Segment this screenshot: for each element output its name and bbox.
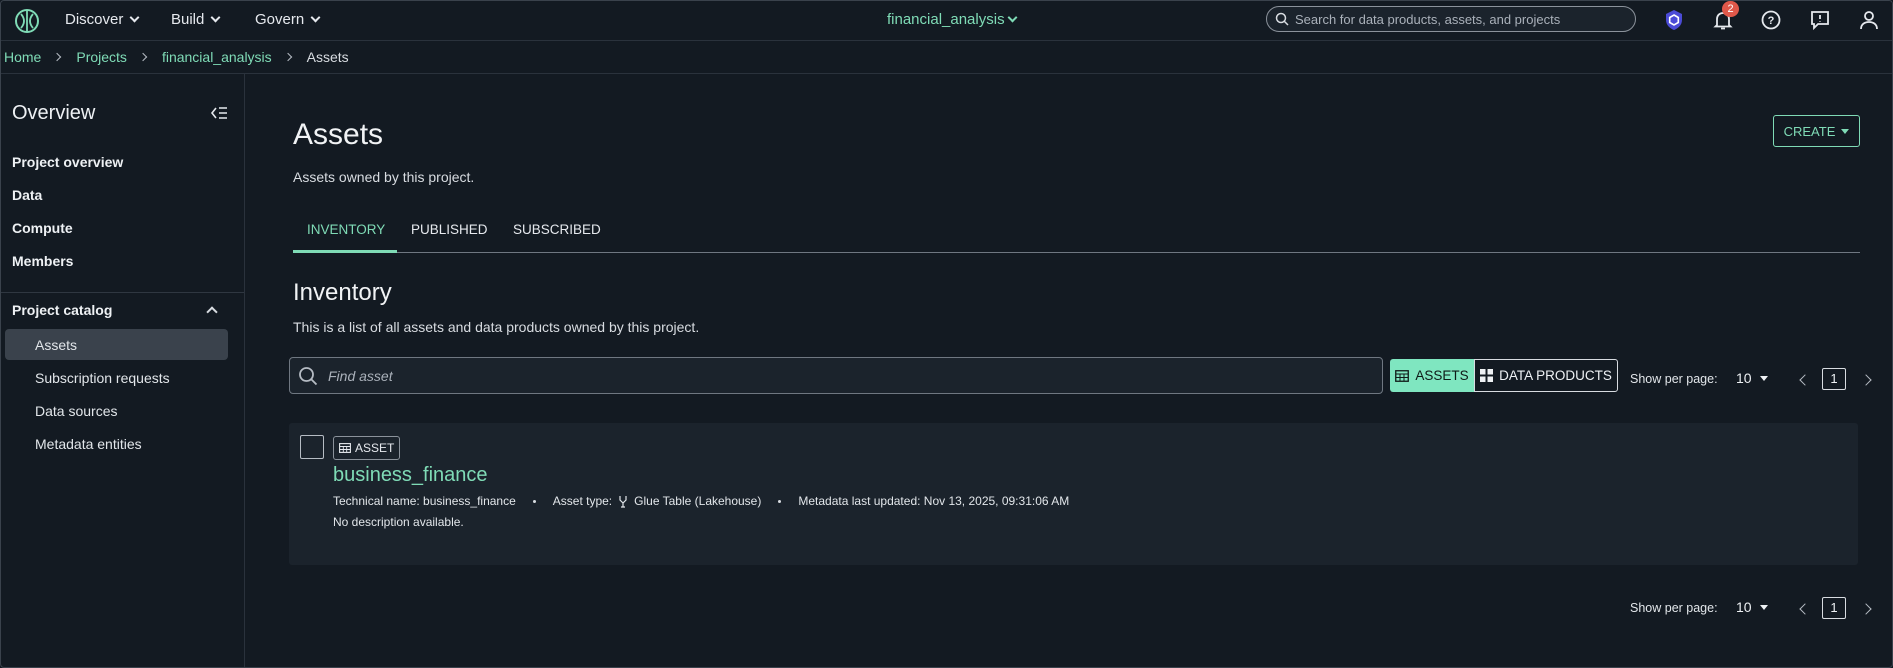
per-page-label-bottom: Show per page: bbox=[1630, 601, 1718, 615]
breadcrumb-project[interactable]: financial_analysis bbox=[162, 49, 272, 65]
tabs: INVENTORY PUBLISHED SUBSCRIBED bbox=[293, 211, 1860, 253]
asset-meta: Technical name: business_finance Asset t… bbox=[333, 494, 1069, 508]
project-selector[interactable]: financial_analysis bbox=[887, 11, 1018, 28]
asset-checkbox[interactable] bbox=[300, 435, 324, 459]
collapse-icon[interactable] bbox=[210, 104, 228, 122]
page-title: Assets bbox=[293, 118, 384, 151]
asset-tag-label: ASSET bbox=[355, 441, 395, 455]
sidebar-item-subscription-requests[interactable]: Subscription requests bbox=[35, 370, 170, 386]
caret-down-icon bbox=[1759, 375, 1768, 381]
top-nav: Discover Build Govern financial_analysis… bbox=[1, 1, 1892, 41]
notification-badge: 2 bbox=[1722, 1, 1739, 17]
tab-inventory[interactable]: INVENTORY bbox=[307, 222, 385, 237]
chevron-down-icon bbox=[1007, 12, 1018, 23]
sidebar-item-assets[interactable]: Assets bbox=[35, 337, 77, 353]
asset-technical-name: Technical name: business_finance bbox=[333, 494, 516, 508]
toggle-data-products-button[interactable]: DATA PRODUCTS bbox=[1474, 359, 1618, 392]
chevron-down-icon bbox=[310, 12, 321, 23]
per-page-label: Show per page: bbox=[1630, 372, 1718, 386]
sidebar-item-data[interactable]: Data bbox=[12, 187, 42, 203]
grid-icon bbox=[1480, 369, 1494, 382]
per-page-select[interactable]: 10 bbox=[1736, 370, 1768, 386]
prev-page-icon[interactable] bbox=[1799, 603, 1811, 615]
breadcrumb-home[interactable]: Home bbox=[4, 49, 41, 65]
create-button[interactable]: CREATE bbox=[1773, 115, 1860, 147]
chevron-down-icon bbox=[129, 12, 140, 23]
nav-govern[interactable]: Govern bbox=[255, 11, 321, 28]
sidebar-item-compute[interactable]: Compute bbox=[12, 220, 73, 236]
breadcrumb-projects[interactable]: Projects bbox=[76, 49, 127, 65]
chevron-right-icon bbox=[53, 52, 62, 62]
feedback-icon[interactable] bbox=[1808, 8, 1832, 32]
create-button-label: CREATE bbox=[1783, 123, 1836, 139]
project-selector-label: financial_analysis bbox=[887, 11, 1005, 28]
nav-build-label: Build bbox=[171, 11, 205, 28]
asset-type-value: Glue Table (Lakehouse) bbox=[634, 494, 762, 508]
search-icon bbox=[1275, 12, 1289, 26]
sidebar-title: Overview bbox=[12, 102, 96, 124]
find-asset-input[interactable] bbox=[328, 367, 1328, 384]
prev-page-icon[interactable] bbox=[1799, 374, 1811, 386]
caret-down-icon bbox=[1841, 128, 1850, 134]
sidebar-item-members[interactable]: Members bbox=[12, 253, 73, 269]
glue-icon bbox=[619, 495, 627, 508]
page-number[interactable]: 1 bbox=[1822, 368, 1846, 390]
per-page-value: 10 bbox=[1736, 370, 1752, 386]
find-asset-box[interactable] bbox=[289, 357, 1383, 394]
table-icon bbox=[1395, 369, 1410, 382]
page-number-bottom[interactable]: 1 bbox=[1822, 597, 1846, 619]
asset-description: No description available. bbox=[333, 515, 464, 529]
separator-dot bbox=[532, 499, 536, 503]
page-subtitle: Assets owned by this project. bbox=[293, 169, 475, 185]
per-page-select-bottom[interactable]: 10 bbox=[1736, 599, 1768, 615]
asset-type-label: Asset type: bbox=[552, 494, 613, 508]
help-icon[interactable]: ? bbox=[1759, 8, 1783, 32]
asset-metadata-updated: Metadata last updated: Nov 13, 2025, 09:… bbox=[798, 494, 1070, 508]
separator-dot bbox=[778, 499, 782, 503]
sidebar-item-data-sources[interactable]: Data sources bbox=[35, 403, 117, 419]
nav-discover-label: Discover bbox=[65, 11, 124, 28]
sidebar-section-project-catalog[interactable]: Project catalog bbox=[12, 302, 112, 318]
caret-down-icon bbox=[1759, 604, 1768, 610]
inventory-title: Inventory bbox=[293, 279, 392, 306]
svg-text:?: ? bbox=[1768, 15, 1775, 27]
nav-discover[interactable]: Discover bbox=[65, 11, 140, 28]
sidebar: Overview Project overview Data Compute M… bbox=[1, 74, 245, 667]
toggle-assets-button[interactable]: ASSETS bbox=[1390, 359, 1474, 392]
toggle-data-products-label: DATA PRODUCTS bbox=[1499, 368, 1612, 383]
asset-type-tag: ASSET bbox=[333, 436, 401, 460]
tab-published[interactable]: PUBLISHED bbox=[411, 222, 488, 237]
app-frame: Discover Build Govern financial_analysis… bbox=[0, 0, 1893, 668]
chevron-down-icon bbox=[210, 12, 221, 23]
sidebar-divider bbox=[1, 292, 244, 293]
chevron-right-icon bbox=[138, 52, 148, 62]
chevron-right-icon bbox=[283, 52, 292, 62]
next-page-icon[interactable] bbox=[1860, 374, 1872, 386]
search-icon bbox=[299, 366, 318, 385]
nav-build[interactable]: Build bbox=[171, 11, 221, 28]
shield-icon[interactable] bbox=[1662, 8, 1686, 32]
sidebar-item-project-overview[interactable]: Project overview bbox=[12, 154, 123, 170]
sidebar-item-metadata-entities[interactable]: Metadata entities bbox=[35, 436, 142, 452]
next-page-icon[interactable] bbox=[1860, 603, 1872, 615]
breadcrumb-current: Assets bbox=[306, 49, 349, 65]
asset-name-link[interactable]: business_finance bbox=[333, 464, 488, 487]
per-page-value-bottom: 10 bbox=[1736, 599, 1752, 615]
user-icon[interactable] bbox=[1857, 8, 1881, 32]
chevron-up-icon[interactable] bbox=[206, 306, 218, 318]
tab-active-indicator bbox=[293, 250, 397, 253]
global-search[interactable] bbox=[1266, 6, 1636, 32]
nav-govern-label: Govern bbox=[255, 11, 305, 28]
global-search-input[interactable] bbox=[1295, 11, 1625, 27]
toggle-assets-label: ASSETS bbox=[1415, 368, 1469, 383]
inventory-subtitle: This is a list of all assets and data pr… bbox=[293, 319, 700, 335]
logo-icon[interactable] bbox=[13, 7, 41, 35]
table-icon bbox=[339, 443, 351, 453]
breadcrumb: Home Projects financial_analysis Assets bbox=[1, 41, 1892, 74]
tab-subscribed[interactable]: SUBSCRIBED bbox=[513, 222, 601, 237]
